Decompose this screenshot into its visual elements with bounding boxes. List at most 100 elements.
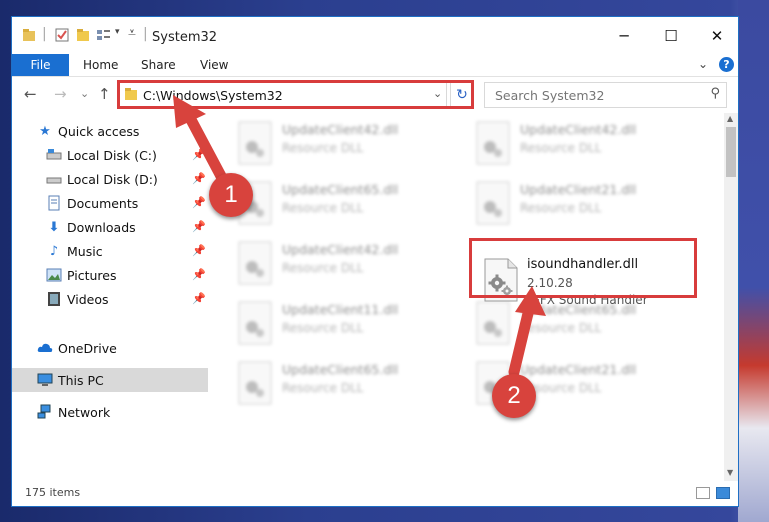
callout-badge-1: 1 — [209, 173, 253, 217]
sidebar-item-quick-access[interactable]: ★ Quick access — [12, 119, 208, 143]
file-type: Resource DLL — [282, 141, 364, 155]
search-icon[interactable]: ⚲ — [710, 86, 720, 101]
sidebar-item-label: Videos — [67, 292, 109, 307]
tab-home[interactable]: Home — [83, 58, 118, 72]
sidebar-item-label: Documents — [67, 196, 139, 211]
callout-badge-2: 2 — [492, 374, 536, 418]
file-name: UpdateClient42.dll — [282, 242, 399, 257]
dll-file-icon — [238, 301, 272, 345]
properties-icon[interactable] — [55, 28, 69, 42]
help-icon[interactable]: ? — [719, 57, 734, 72]
sidebar-item-label: Quick access — [58, 124, 140, 139]
up-button[interactable]: ↑ — [98, 85, 111, 103]
sidebar-item-label: Network — [58, 405, 111, 420]
large-icons-view-icon[interactable] — [716, 487, 730, 499]
folder-icon — [23, 29, 35, 41]
dropdown-arrow-icon[interactable]: ▾ — [115, 27, 120, 37]
file-item[interactable]: UpdateClient42.dll Resource DLL — [468, 117, 688, 173]
file-type: Resource DLL — [282, 321, 364, 335]
pin-icon[interactable]: 📌 — [192, 172, 206, 185]
file-item[interactable]: UpdateClient65.dll Resource DLL — [230, 357, 450, 413]
file-type: Resource DLL — [282, 261, 364, 275]
sidebar-item-music[interactable]: ♪ Music 📌 — [12, 239, 208, 263]
sidebar-item-label: Downloads — [67, 220, 136, 235]
pin-icon[interactable]: 📌 — [192, 220, 206, 233]
file-item[interactable]: UpdateClient11.dll Resource DLL — [230, 297, 450, 353]
tab-view[interactable]: View — [200, 58, 228, 72]
dll-file-icon — [476, 181, 510, 225]
tab-share[interactable]: Share — [141, 58, 176, 72]
desktop-background — [738, 0, 769, 522]
network-icon — [37, 404, 51, 419]
file-item[interactable]: UpdateClient42.dll Resource DLL — [230, 117, 450, 173]
sidebar-item-label: Pictures — [67, 268, 117, 283]
sidebar-item-local-disk-c[interactable]: Local Disk (C:) 📌 — [12, 143, 208, 167]
ribbon-tabs: File Home Share View ⌄ ? — [12, 54, 738, 77]
file-type: Resource DLL — [520, 141, 602, 155]
pin-icon[interactable]: 📌 — [192, 268, 206, 281]
sidebar-item-onedrive[interactable]: OneDrive — [12, 336, 208, 360]
sidebar-item-downloads[interactable]: ⬇ Downloads 📌 — [12, 215, 208, 239]
dll-file-icon — [476, 121, 510, 165]
window-title: System32 — [152, 30, 218, 45]
scroll-down-icon[interactable]: ▼ — [727, 468, 733, 477]
file-type: Resource DLL — [282, 201, 364, 215]
maximize-button[interactable]: ☐ — [648, 17, 694, 54]
file-item[interactable]: UpdateClient65.dll Resource DLL — [230, 177, 450, 233]
dll-file-icon — [238, 121, 272, 165]
title-separator: | — [42, 26, 47, 42]
file-item[interactable]: UpdateClient42.dll Resource DLL — [230, 237, 450, 293]
address-highlight-box — [117, 80, 474, 109]
drive-icon — [46, 177, 62, 184]
sidebar-item-label: Local Disk (C:) — [67, 148, 157, 163]
scrollbar-thumb[interactable] — [726, 127, 736, 177]
item-count: 175 items — [25, 486, 81, 499]
file-name: UpdateClient42.dll — [282, 122, 399, 137]
scroll-up-icon[interactable]: ▲ — [727, 114, 733, 123]
search-input[interactable] — [493, 87, 697, 104]
sidebar-item-local-disk-d[interactable]: Local Disk (D:) 📌 — [12, 167, 208, 191]
pin-icon[interactable]: 📌 — [192, 196, 206, 209]
file-name: UpdateClient21.dll — [520, 362, 637, 377]
sidebar-item-this-pc[interactable]: This PC — [12, 368, 208, 392]
sidebar-item-label: Local Disk (D:) — [67, 172, 158, 187]
toolbar-overflow-icon[interactable]: ⩡ — [128, 25, 136, 41]
tab-file[interactable]: File — [12, 54, 69, 76]
pin-icon[interactable]: 📌 — [192, 148, 206, 161]
sidebar-item-label: This PC — [58, 373, 104, 388]
file-type: Resource DLL — [520, 321, 602, 335]
back-button[interactable]: ← — [24, 85, 37, 103]
file-name: UpdateClient42.dll — [520, 122, 637, 137]
file-highlight-box — [469, 238, 697, 298]
pin-icon[interactable]: 📌 — [192, 292, 206, 305]
close-button[interactable]: ✕ — [694, 17, 740, 54]
sidebar-item-label: Music — [67, 244, 103, 259]
sidebar-item-videos[interactable]: Videos 📌 — [12, 287, 208, 311]
computer-icon — [37, 373, 53, 386]
dll-file-icon — [238, 361, 272, 405]
title-separator: | — [143, 26, 148, 42]
vertical-scrollbar[interactable]: ▲ ▼ — [724, 113, 738, 481]
search-box[interactable]: ⚲ — [484, 82, 727, 108]
expand-ribbon-icon[interactable]: ⌄ — [698, 57, 708, 71]
music-icon: ♪ — [49, 243, 59, 259]
cloud-icon — [37, 343, 53, 352]
sidebar-item-network[interactable]: Network — [12, 400, 208, 424]
sidebar-item-documents[interactable]: Documents 📌 — [12, 191, 208, 215]
sidebar-item-pictures[interactable]: Pictures 📌 — [12, 263, 208, 287]
file-name: UpdateClient65.dll — [282, 182, 399, 197]
details-view-icon[interactable] — [696, 487, 710, 499]
file-explorer-window: | ▾ ⩡ | System32 ─ ☐ ✕ File Home Share V… — [12, 17, 738, 506]
star-icon: ★ — [39, 123, 51, 139]
title-bar[interactable]: | ▾ ⩡ | System32 ─ ☐ ✕ — [12, 17, 738, 54]
new-folder-icon[interactable] — [76, 28, 90, 42]
navigation-pane: ★ Quick access Local Disk (C:) 📌 Local D… — [12, 113, 208, 481]
forward-button[interactable]: → — [54, 85, 67, 103]
download-icon: ⬇ — [48, 219, 60, 235]
customize-toolbar-icon[interactable] — [96, 28, 112, 42]
file-item[interactable]: UpdateClient21.dll Resource DLL — [468, 177, 688, 233]
pin-icon[interactable]: 📌 — [192, 244, 206, 257]
recent-locations-button[interactable]: ⌄ — [80, 87, 89, 100]
minimize-button[interactable]: ─ — [601, 17, 647, 54]
file-name: UpdateClient65.dll — [282, 362, 399, 377]
